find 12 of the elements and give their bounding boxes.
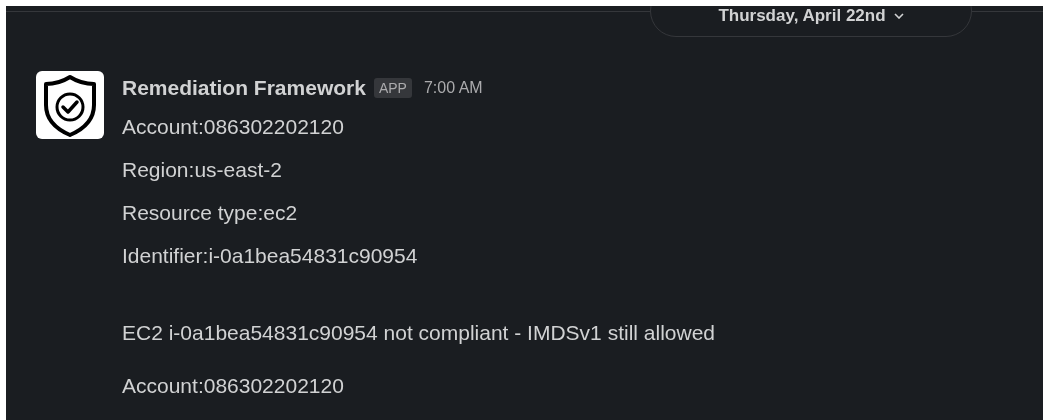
shield-check-icon	[36, 71, 104, 139]
message-line: Region:us-east-2	[122, 157, 282, 183]
sender-name[interactable]: Remediation Framework	[122, 76, 366, 100]
chevron-down-icon	[893, 13, 904, 19]
message-text: EC2 i-0a1bea54831c90954 not compliant - IMDSv1 still allowed	[122, 320, 715, 346]
message-line: Account:086302202120	[122, 373, 344, 399]
app-badge: APP	[373, 78, 412, 98]
date-divider-button[interactable]: Thursday, April 22nd	[650, 6, 972, 37]
message-line: Resource type:ec2	[122, 200, 298, 226]
timestamp[interactable]: 7:00 AM	[423, 79, 483, 97]
message-line: Account:086302202120	[122, 114, 344, 140]
message-line: Identifier:i-0a1bea54831c90954	[122, 243, 418, 269]
